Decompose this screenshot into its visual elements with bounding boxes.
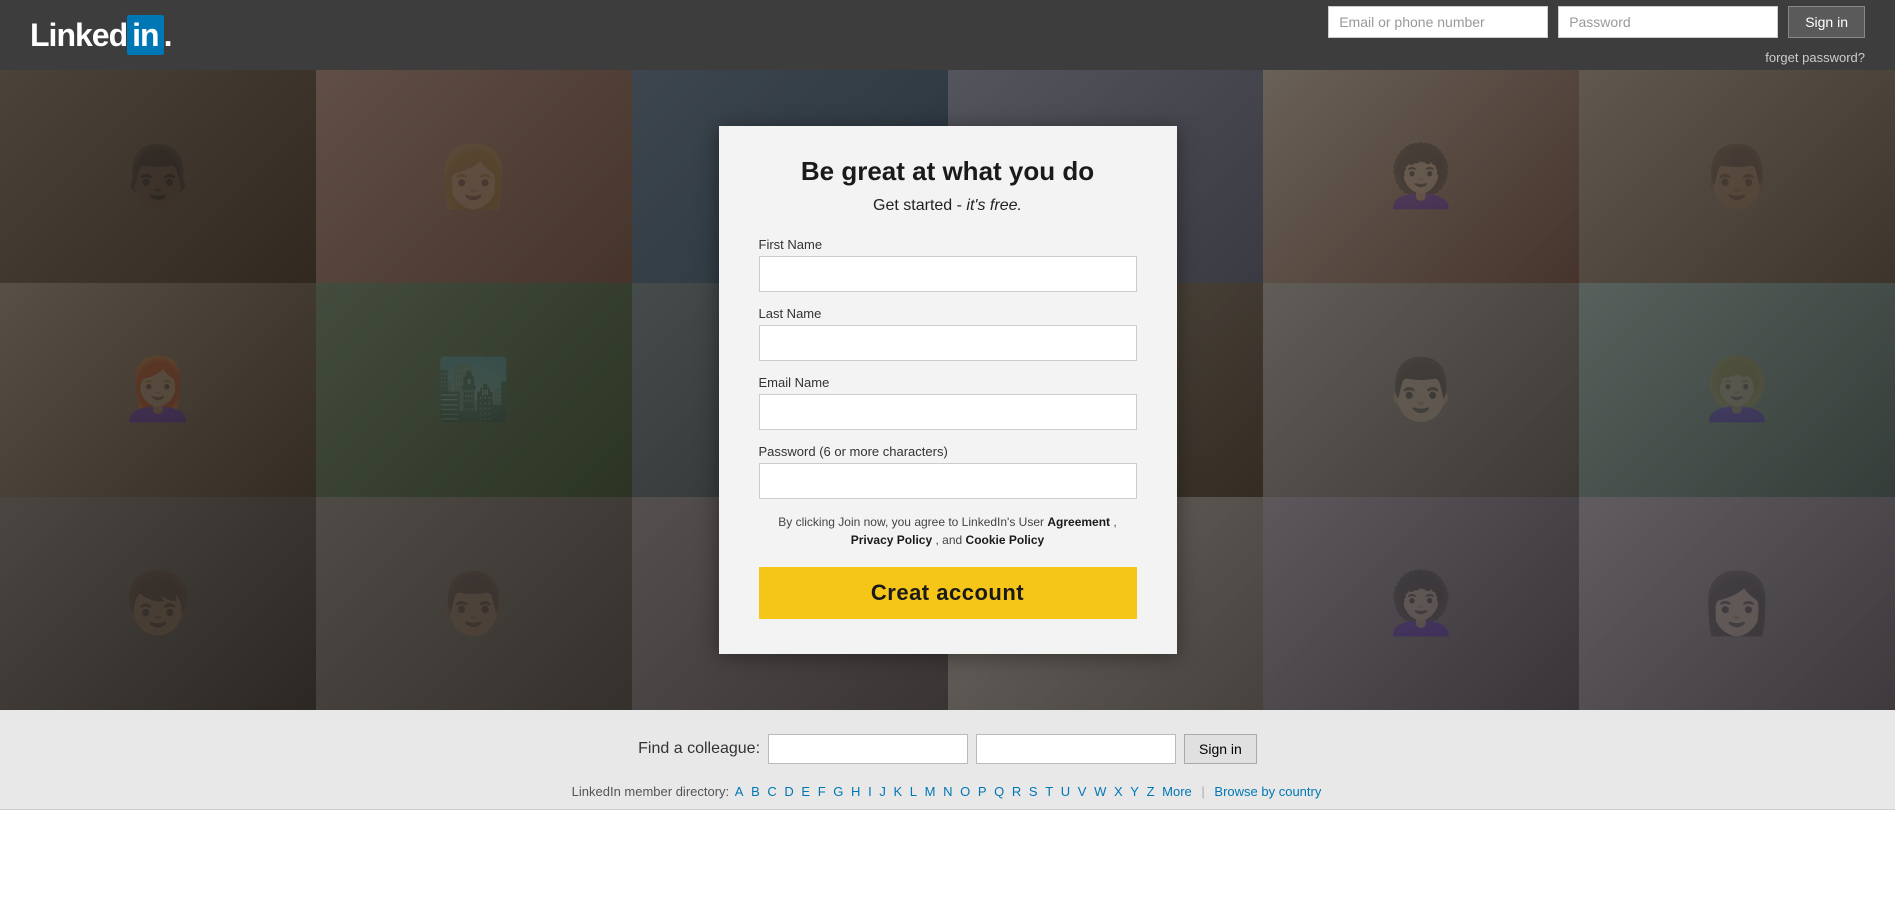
logo: Linkedin.: [30, 17, 171, 54]
photo-cell-5: 👩🏻‍🦱: [1263, 70, 1579, 283]
photo-cell-8: 🏙️: [316, 283, 632, 496]
separator-1: |: [1201, 784, 1208, 799]
directory-letter-V[interactable]: V: [1078, 784, 1087, 799]
directory-letter-Q[interactable]: Q: [994, 784, 1004, 799]
photo-cell-7: 👩🏼‍🦰: [0, 283, 316, 496]
logo-linked: Linked: [30, 17, 127, 53]
create-account-button[interactable]: Creat account: [759, 567, 1137, 619]
directory-letter-Y[interactable]: Y: [1130, 784, 1139, 799]
find-colleague-section: Find a colleague: Sign in: [0, 726, 1895, 778]
directory-letter-X[interactable]: X: [1114, 784, 1123, 799]
email-name-group: Email Name: [759, 375, 1137, 430]
modal-title: Be great at what you do: [759, 156, 1137, 187]
photo-cell-11: 👨🏻: [1263, 283, 1579, 496]
directory-letter-E[interactable]: E: [801, 784, 810, 799]
footer-area: Find a colleague: Sign in LinkedIn membe…: [0, 710, 1895, 810]
terms-cookie-link[interactable]: Cookie Policy: [966, 533, 1045, 547]
header: Linkedin. Sign in forget password?: [0, 0, 1895, 70]
directory-letter-B[interactable]: B: [751, 784, 760, 799]
directory-letter-U[interactable]: U: [1061, 784, 1070, 799]
header-inputs: Sign in: [1328, 6, 1865, 38]
directory-letter-F[interactable]: F: [818, 784, 826, 799]
password-label: Password (6 or more characters): [759, 444, 1137, 459]
first-name-label: First Name: [759, 237, 1137, 252]
directory-letter-N[interactable]: N: [943, 784, 952, 799]
photo-cell-1: 👨🏿: [0, 70, 316, 283]
forgot-password-link[interactable]: forget password?: [1765, 50, 1865, 65]
directory-letter-A[interactable]: A: [735, 784, 744, 799]
directory-letter-J[interactable]: J: [879, 784, 886, 799]
find-colleague-label: Find a colleague:: [638, 740, 760, 758]
directory-letter-C[interactable]: C: [767, 784, 776, 799]
directory-letter-I[interactable]: I: [868, 784, 872, 799]
last-name-group: Last Name: [759, 306, 1137, 361]
registration-password-input[interactable]: [759, 463, 1137, 499]
colleague-first-name-input[interactable]: [768, 734, 968, 764]
directory-more-link[interactable]: More: [1162, 784, 1192, 799]
photo-background: 👨🏿 👩🏼 🏙️ 👩🏻 👩🏻‍🦱 👨🏽 👩🏼‍🦰 🏙️ 👨🏿‍🦲 👨🏾 👨🏻 👩…: [0, 70, 1895, 710]
terms-text: By clicking Join now, you agree to Linke…: [759, 513, 1137, 549]
directory-letter-W[interactable]: W: [1094, 784, 1106, 799]
directory-letter-S[interactable]: S: [1029, 784, 1038, 799]
directory-label: LinkedIn member directory:: [572, 784, 730, 799]
photo-cell-14: 👨🏽: [316, 497, 632, 710]
member-directory: LinkedIn member directory: A B C D E F G…: [0, 778, 1895, 809]
directory-letter-G[interactable]: G: [833, 784, 843, 799]
photo-cell-18: 👩🏻: [1579, 497, 1895, 710]
colleague-last-name-input[interactable]: [976, 734, 1176, 764]
footer-divider: [0, 809, 1895, 810]
first-name-input[interactable]: [759, 256, 1137, 292]
logo-in: in: [127, 15, 163, 55]
sign-in-button[interactable]: Sign in: [1788, 6, 1865, 38]
modal-subtitle: Get started - it's free.: [759, 197, 1137, 215]
last-name-input[interactable]: [759, 325, 1137, 361]
logo-text: Linkedin.: [30, 17, 171, 54]
browse-by-country-link[interactable]: Browse by country: [1214, 784, 1321, 799]
colleague-sign-in-button[interactable]: Sign in: [1184, 734, 1257, 764]
directory-letter-R[interactable]: R: [1012, 784, 1021, 799]
header-right: Sign in forget password?: [1328, 6, 1865, 65]
last-name-label: Last Name: [759, 306, 1137, 321]
photo-cell-17: 👩🏻‍🦱: [1263, 497, 1579, 710]
photo-cell-6: 👨🏽: [1579, 70, 1895, 283]
email-name-label: Email Name: [759, 375, 1137, 390]
terms-privacy-link[interactable]: Privacy Policy: [851, 533, 932, 547]
directory-letter-T[interactable]: T: [1045, 784, 1053, 799]
photo-cell-12: 👩🏼‍🦱: [1579, 283, 1895, 496]
email-phone-input[interactable]: [1328, 6, 1548, 38]
photo-cell-13: 👦🏽: [0, 497, 316, 710]
directory-letter-D[interactable]: D: [784, 784, 793, 799]
directory-letter-M[interactable]: M: [925, 784, 936, 799]
first-name-group: First Name: [759, 237, 1137, 292]
directory-letter-O[interactable]: O: [960, 784, 970, 799]
terms-agreement-link[interactable]: Agreement: [1047, 515, 1110, 529]
registration-modal: Be great at what you do Get started - it…: [719, 126, 1177, 654]
logo-dot: .: [164, 17, 172, 53]
directory-letter-Z[interactable]: Z: [1147, 784, 1155, 799]
password-group: Password (6 or more characters): [759, 444, 1137, 499]
directory-letter-P[interactable]: P: [978, 784, 987, 799]
directory-letter-K[interactable]: K: [893, 784, 902, 799]
directory-letter-L[interactable]: L: [910, 784, 917, 799]
email-name-input[interactable]: [759, 394, 1137, 430]
password-input[interactable]: [1558, 6, 1778, 38]
directory-letter-H[interactable]: H: [851, 784, 860, 799]
alpha-links: A B C D E F G H I J K L M N O P Q R S T …: [733, 784, 1194, 799]
photo-cell-2: 👩🏼: [316, 70, 632, 283]
